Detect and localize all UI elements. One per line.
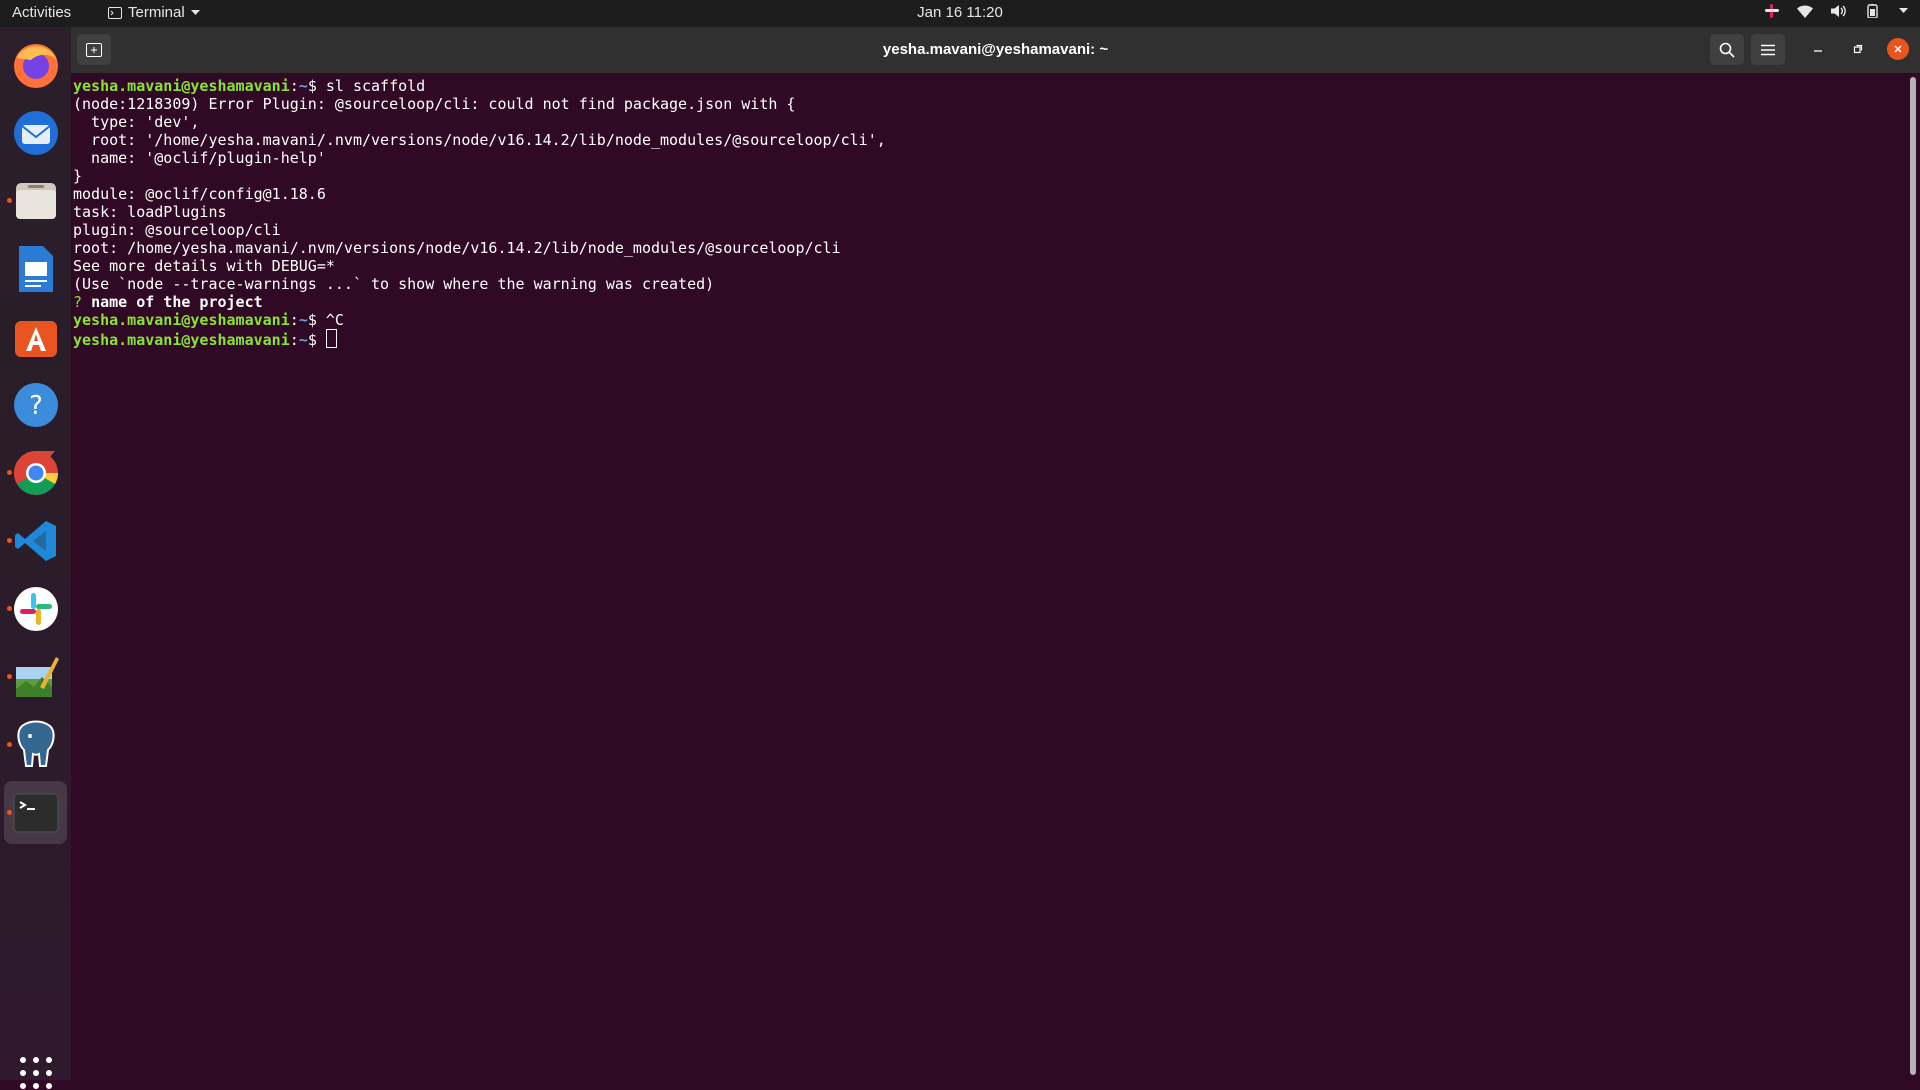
running-indicator [7,470,12,475]
running-indicator [7,538,12,543]
dock-terminal[interactable] [4,781,67,844]
new-tab-icon [86,42,102,57]
files-icon [15,182,56,219]
close-button[interactable] [1887,38,1909,60]
prompt-path: ~ [298,331,308,349]
hamburger-menu-icon [1761,44,1775,55]
dock-files[interactable] [4,169,67,232]
chevron-down-icon [190,9,200,15]
maximize-button[interactable] [1847,38,1869,60]
scrollbar[interactable] [1910,77,1916,1075]
restore-icon [1853,44,1863,54]
output-line: plugin: @sourceloop/cli [73,221,281,239]
app-menu-label: Terminal [128,4,185,21]
terminal-app-icon [108,6,122,19]
output-line: } [73,167,83,185]
dock-vscode[interactable] [4,509,67,572]
menu-button[interactable] [1751,34,1785,65]
question-mark: ? [73,293,83,311]
search-icon [1719,42,1735,58]
system-menu-chevron-icon[interactable] [1899,8,1908,14]
writer-document-icon [18,245,53,292]
software-store-icon [14,320,57,357]
minimize-button[interactable] [1807,38,1829,60]
top-bar: Activities Terminal Jan 16 11:20 [0,0,1920,27]
running-indicator [7,674,12,679]
prompt-user: yesha.mavani@yeshamavani [73,77,290,95]
dock-help[interactable]: ? [4,373,67,436]
chrome-icon [13,450,58,495]
output-line: root: /home/yesha.mavani/.nvm/versions/n… [73,239,841,257]
dock: ? [0,27,71,1089]
text-cursor [325,329,337,348]
dock-chrome[interactable] [4,441,67,504]
image-editor-icon [15,656,59,697]
running-indicator [7,742,12,747]
firefox-icon [13,43,58,88]
dock-pgadmin[interactable] [4,713,67,776]
window-titlebar: yesha.mavani@yeshamavani: ~ [71,27,1920,73]
output-line: See more details with DEBUG=* [73,257,335,275]
window-title: yesha.mavani@yeshamavani: ~ [882,41,1109,58]
output-line: (node:1218309) Error Plugin: @sourceloop… [73,95,796,113]
prompt-path: ~ [298,311,308,329]
output-line: root: '/home/yesha.mavani/.nvm/versions/… [73,131,886,149]
clock[interactable]: Jan 16 11:20 [917,4,1003,21]
dock-image-editor[interactable] [4,645,67,708]
close-icon [1894,45,1902,53]
help-icon: ? [13,382,58,427]
app-menu[interactable]: Terminal [108,4,200,21]
prompt-user: yesha.mavani@yeshamavani [73,311,290,329]
activities-button[interactable]: Activities [12,4,71,21]
system-tray[interactable] [1765,4,1908,18]
thunderbird-icon [13,110,58,155]
terminal-icon [13,793,58,832]
dock-ubuntu-software[interactable] [4,305,67,368]
running-indicator [7,198,12,203]
slack-icon [13,586,58,631]
svg-text:?: ? [29,391,43,421]
prompt-question: name of the project [91,293,263,311]
slack-tray-icon[interactable] [1765,4,1779,18]
running-indicator [7,606,12,611]
terminal-view[interactable]: yesha.mavani@yeshamavani:~$ sl scaffold … [71,73,1920,1080]
minimize-icon [1814,50,1822,52]
command-line: ^C [325,311,344,329]
search-button[interactable] [1710,34,1744,65]
output-line: name: '@oclif/plugin-help' [73,149,326,167]
vscode-icon [14,520,56,561]
output-line: type: 'dev', [73,113,200,131]
prompt-path: ~ [298,77,308,95]
output-line: (Use `node --trace-warnings ...` to show… [73,275,715,293]
dock-firefox[interactable] [4,33,67,96]
battery-icon[interactable] [1865,4,1881,18]
output-line: task: loadPlugins [73,203,227,221]
dock-libreoffice-writer[interactable] [4,237,67,300]
postgres-elephant-icon [16,720,55,767]
prompt-user: yesha.mavani@yeshamavani [73,331,290,349]
running-indicator [7,810,12,815]
show-applications-icon[interactable] [19,1056,53,1090]
dock-thunderbird[interactable] [4,101,67,164]
volume-icon[interactable] [1831,4,1847,18]
new-tab-button[interactable] [77,34,111,65]
terminal-output: yesha.mavani@yeshamavani:~$ sl scaffold … [73,77,886,349]
output-line: module: @oclif/config@1.18.6 [73,185,326,203]
dock-slack[interactable] [4,577,67,640]
wifi-icon[interactable] [1797,4,1813,18]
command-line: sl scaffold [325,77,426,95]
